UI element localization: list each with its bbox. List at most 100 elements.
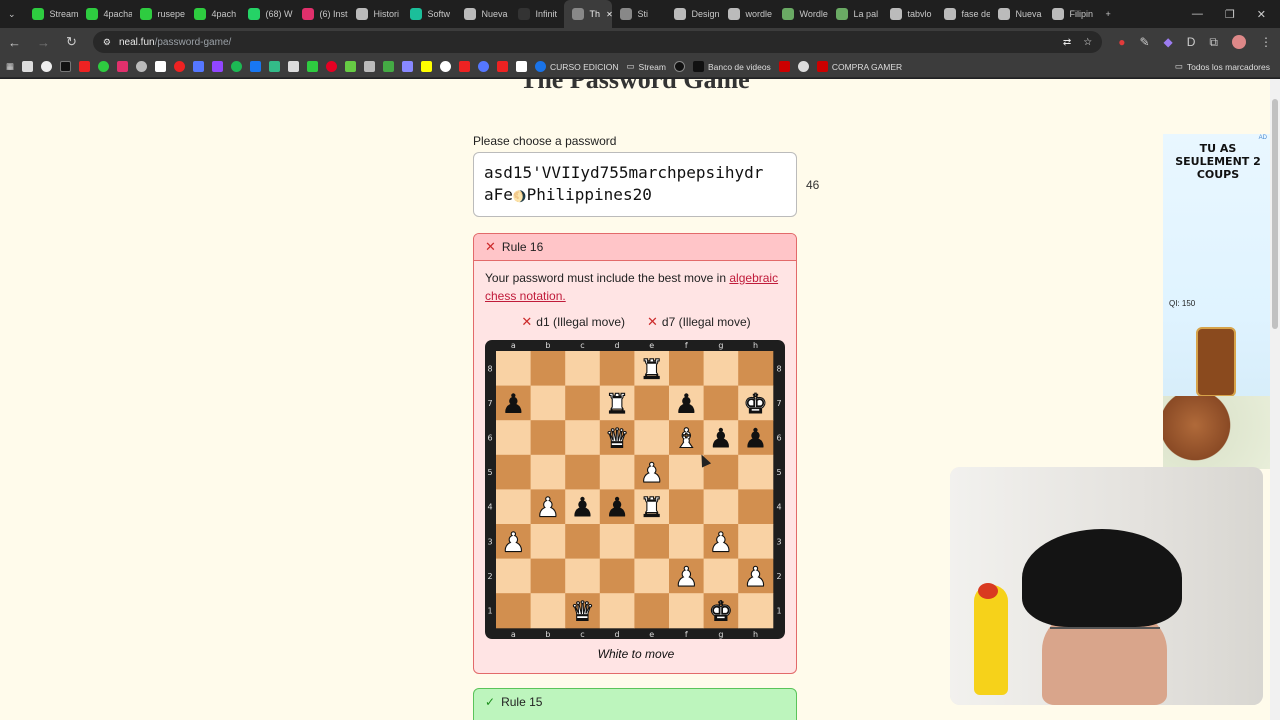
bookmark-icon[interactable] <box>117 61 129 72</box>
browser-tab[interactable]: Design <box>666 0 720 28</box>
bookmark-icon[interactable] <box>269 61 281 72</box>
bookmark-icon[interactable] <box>459 61 471 72</box>
file-label: f <box>685 630 688 639</box>
browser-tab[interactable]: 4pacha <box>78 0 132 28</box>
reload-icon[interactable]: ↻ <box>66 34 77 50</box>
extension-d-icon[interactable]: D <box>1187 35 1196 49</box>
bookmark-icon[interactable] <box>174 61 186 72</box>
board-square <box>634 385 670 421</box>
browser-tab[interactable]: fase de <box>936 0 990 28</box>
tab-label: Histori <box>373 9 400 19</box>
ad-character-graphic <box>1163 396 1270 469</box>
side-advertisement[interactable]: AD TU AS SEULEMENT 2 COUPS QI: 150 <box>1163 134 1270 469</box>
browser-tab[interactable]: rusepe <box>132 0 186 28</box>
extension-pencil-icon[interactable]: ✎ <box>1139 35 1149 49</box>
browser-tab[interactable]: La pal <box>828 0 882 28</box>
board-square <box>703 558 739 594</box>
board-square <box>634 558 670 594</box>
browser-tab[interactable]: Nueva <box>990 0 1044 28</box>
bookmark-icon[interactable] <box>797 61 809 72</box>
profile-avatar[interactable] <box>1232 35 1246 49</box>
apps-grid-icon[interactable]: ▦ <box>6 61 14 72</box>
folder-icon: ▭ <box>626 61 635 71</box>
bookmark-icon[interactable] <box>440 61 452 72</box>
bookmark-icon[interactable] <box>155 61 167 72</box>
bookmark-icon[interactable] <box>22 61 34 72</box>
bookmark-icon[interactable] <box>193 61 205 72</box>
bookmark-icon[interactable] <box>212 61 224 72</box>
back-icon[interactable]: ← <box>8 35 21 50</box>
address-bar[interactable]: ⚙ neal.fun/password-game/ ⇄ ☆ <box>92 31 1103 53</box>
bookmark-icon[interactable] <box>673 61 685 72</box>
browser-tab[interactable]: Filipin <box>1044 0 1098 28</box>
bookmark-curso-edicion[interactable]: CURSO EDICION <box>535 61 619 72</box>
tab-label: La pal <box>853 9 879 19</box>
board-square <box>669 593 705 629</box>
browser-tab[interactable]: tabvlo <box>882 0 936 28</box>
scrollbar-thumb[interactable] <box>1272 99 1278 329</box>
bookmark-icon[interactable] <box>402 61 414 72</box>
chess-board: a a b b c c d d e e f f g g h h 8 8 7 7 6 6 5 5 4 4 3 3 2 2 1 1 ♜ ♟ ♜ ♟ ♚ ♛ ♝ ♟… <box>485 340 785 639</box>
menu-kebab-icon[interactable]: ⋮ <box>1260 35 1272 49</box>
board-square <box>565 351 601 387</box>
rule-16-description: Your password must include the best move… <box>485 271 779 303</box>
rule-16-card: ✕ Rule 16 Your password must include the… <box>473 233 797 674</box>
close-window-button[interactable]: ✕ <box>1257 8 1266 21</box>
browser-tab[interactable]: (68) W <box>240 0 294 28</box>
rank-label: 6 <box>487 434 492 443</box>
browser-tab[interactable]: Softw <box>402 0 456 28</box>
browser-tab[interactable]: 4pach <box>186 0 240 28</box>
browser-tab[interactable]: wordle <box>720 0 774 28</box>
board-square <box>599 524 635 560</box>
bookmark-icon[interactable] <box>383 61 395 72</box>
all-bookmarks-folder[interactable]: ▭ Todos los marcadores <box>1175 61 1274 72</box>
bookmark-icon[interactable] <box>478 61 490 72</box>
translate-icon[interactable]: ⇄ <box>1063 37 1071 48</box>
bookmark-icon[interactable] <box>288 61 300 72</box>
ad-choices-icon[interactable]: AD <box>1259 135 1267 141</box>
bookmark-icon[interactable] <box>41 61 53 72</box>
extension-red-icon[interactable]: ● <box>1118 35 1125 49</box>
new-tab-button[interactable]: + <box>1098 0 1119 28</box>
site-info-icon[interactable]: ⚙ <box>103 37 111 48</box>
bookmark-icon[interactable] <box>231 61 243 72</box>
bookmark-banco-de-videos[interactable]: Banco de videos <box>692 61 771 72</box>
bookmark-star-icon[interactable]: ☆ <box>1083 37 1092 48</box>
bookmark-icon[interactable] <box>345 61 357 72</box>
minimize-button[interactable]: — <box>1192 8 1203 21</box>
browser-tab[interactable]: Infinit <box>510 0 564 28</box>
browser-tab[interactable]: Histori <box>348 0 402 28</box>
password-line-2: aFe🌖Philippines20 <box>484 185 652 204</box>
extensions-puzzle-icon[interactable]: ⧉ <box>1209 35 1218 50</box>
browser-tab[interactable]: (6) Inst <box>294 0 348 28</box>
ad-headline: TU AS SEULEMENT 2 COUPS <box>1175 142 1261 181</box>
bookmark-icon[interactable] <box>326 61 338 72</box>
tab-favicon-icon <box>139 8 152 20</box>
browser-tab[interactable]: Stream <box>24 0 78 28</box>
browser-tab[interactable]: Th ✕ <box>563 0 612 28</box>
bookmark-icon[interactable] <box>136 61 148 72</box>
browser-tab[interactable]: Wordle <box>774 0 828 28</box>
bookmark-icon[interactable] <box>250 61 262 72</box>
tab-search-button[interactable]: ⌄ <box>0 0 24 28</box>
bookmark-compra-gamer[interactable]: COMPRA GAMER <box>816 61 902 72</box>
bookmark-icon[interactable] <box>307 61 319 72</box>
file-label: c <box>580 630 584 639</box>
bookmark-folder-stream[interactable]: ▭ Stream <box>627 61 666 72</box>
forward-icon[interactable]: → <box>37 35 50 50</box>
maximize-button[interactable]: ❐ <box>1225 8 1235 21</box>
browser-tab[interactable]: Nueva <box>456 0 510 28</box>
bookmark-icon[interactable] <box>364 61 376 72</box>
password-line-1: asd15'VVIIyd755marchpepsihydr <box>484 163 764 182</box>
bookmark-icon[interactable] <box>778 61 790 72</box>
bookmark-icon[interactable] <box>60 61 72 72</box>
bookmark-icon[interactable] <box>421 61 433 72</box>
password-input[interactable]: asd15'VVIIyd755marchpepsihydr aFe🌖Philip… <box>473 152 797 217</box>
extension-purple-icon[interactable]: ◆ <box>1164 35 1173 49</box>
bookmark-icon[interactable] <box>79 61 91 72</box>
browser-tab[interactable]: Sti <box>612 0 666 28</box>
bookmark-icon[interactable] <box>497 61 509 72</box>
bookmark-icon[interactable] <box>516 61 528 72</box>
bookmark-icon[interactable] <box>98 61 110 72</box>
page-scrollbar[interactable] <box>1270 79 1280 720</box>
